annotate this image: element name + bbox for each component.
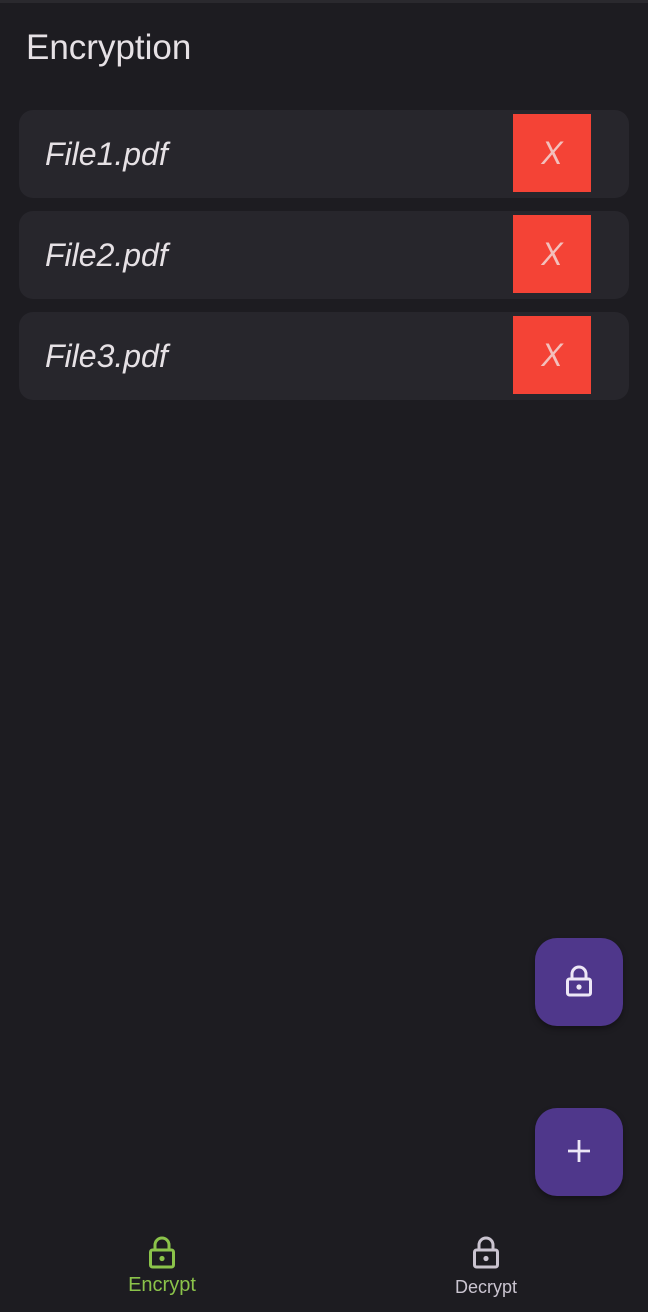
list-item: File1.pdf X (19, 110, 629, 198)
remove-file-button[interactable]: X (513, 215, 591, 293)
encrypt-fab-button[interactable] (535, 938, 623, 1026)
plus-icon (566, 1138, 592, 1167)
bottom-navigation: Encrypt Decrypt (0, 1222, 648, 1312)
remove-file-label: X (541, 134, 563, 171)
nav-item-encrypt[interactable]: Encrypt (0, 1222, 324, 1312)
nav-label-encrypt: Encrypt (128, 1274, 196, 1296)
page-title: Encryption (26, 28, 192, 67)
file-list: File1.pdf X File2.pdf X File3.pdf X (19, 110, 629, 413)
file-name: File1.pdf (45, 136, 168, 172)
file-name: File2.pdf (45, 237, 168, 273)
remove-file-label: X (541, 336, 563, 373)
list-item: File3.pdf X (19, 312, 629, 400)
add-file-fab-button[interactable] (535, 1108, 623, 1196)
file-name: File3.pdf (45, 338, 168, 374)
nav-label-decrypt: Decrypt (454, 1277, 517, 1297)
lock-icon (472, 1234, 500, 1270)
nav-item-decrypt[interactable]: Decrypt (324, 1222, 648, 1312)
list-item: File2.pdf X (19, 211, 629, 299)
lock-icon (564, 965, 594, 1000)
status-bar-edge (0, 0, 648, 3)
remove-file-label: X (541, 235, 563, 272)
remove-file-button[interactable]: X (513, 316, 591, 394)
remove-file-button[interactable]: X (513, 114, 591, 192)
lock-icon (148, 1234, 176, 1270)
